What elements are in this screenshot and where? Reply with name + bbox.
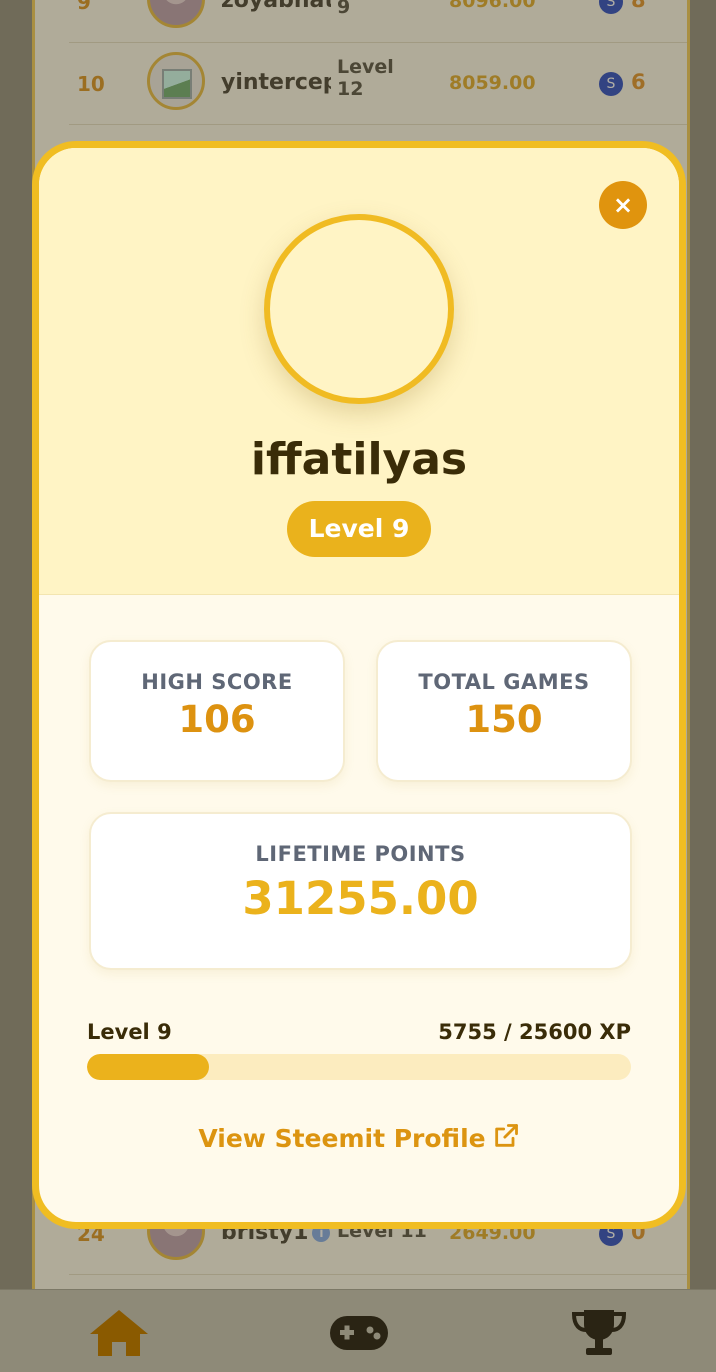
nav-leaderboard-button[interactable] — [564, 1304, 634, 1360]
profile-header: × iffatilyas Level 9 — [39, 148, 679, 595]
close-button[interactable]: × — [599, 181, 647, 229]
total-games-label: TOTAL GAMES — [418, 670, 590, 694]
profile-modal: × iffatilyas Level 9 HIGH SCORE 106 TOTA… — [32, 141, 686, 1229]
trophy-icon — [571, 1310, 627, 1355]
high-score-card: HIGH SCORE 106 — [89, 640, 345, 782]
lifetime-points-value: 31255.00 — [242, 872, 479, 925]
gamepad-icon — [330, 1316, 388, 1350]
xp-progress-bar — [87, 1054, 631, 1080]
nav-games-button[interactable] — [324, 1304, 394, 1360]
lifetime-points-label: LIFETIME POINTS — [255, 842, 466, 866]
xp-progress-text: 5755 / 25600 XP — [438, 1020, 631, 1044]
bottom-nav — [0, 1289, 716, 1372]
level-badge: Level 9 — [287, 501, 431, 557]
steemit-profile-link-label: View Steemit Profile — [198, 1124, 486, 1153]
xp-progress-fill — [87, 1054, 210, 1080]
high-score-value: 106 — [178, 698, 256, 741]
profile-avatar — [264, 214, 454, 404]
lifetime-points-card: LIFETIME POINTS 31255.00 — [89, 812, 632, 970]
total-games-card: TOTAL GAMES 150 — [376, 640, 632, 782]
high-score-label: HIGH SCORE — [141, 670, 293, 694]
xp-level-label: Level 9 — [87, 1020, 172, 1044]
profile-username: iffatilyas — [250, 434, 468, 485]
external-link-icon — [494, 1124, 518, 1147]
nav-home-button[interactable] — [84, 1304, 154, 1360]
steemit-profile-link[interactable]: View Steemit Profile — [39, 1122, 679, 1153]
total-games-value: 150 — [465, 698, 543, 741]
home-icon — [90, 1310, 148, 1356]
